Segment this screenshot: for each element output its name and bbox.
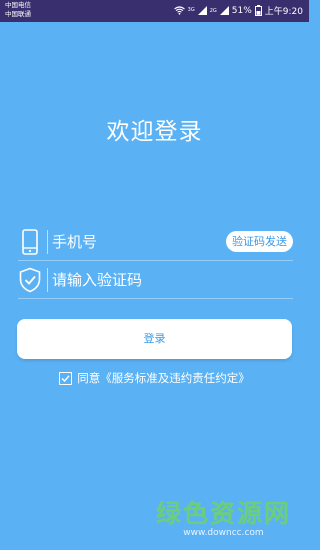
watermark: 绿色资源网 www.downcc.com — [156, 494, 291, 538]
page-title: 欢迎登录 — [106, 119, 203, 145]
login-button[interactable]: 登录 — [17, 319, 292, 359]
agreement-text[interactable]: 同意《服务标准及违约责任约定》 — [77, 370, 250, 386]
send-code-button[interactable]: 验证码发送 — [226, 231, 293, 252]
wifi-icon — [173, 6, 185, 15]
watermark-logo-text: 绿色资源网 — [155, 499, 291, 528]
phone-icon — [18, 227, 42, 257]
carrier-1: 中国电信 — [5, 1, 31, 9]
signal-icon-2 — [219, 6, 229, 15]
code-input[interactable]: 请输入验证码 — [52, 268, 232, 292]
status-bar: 中国电信 中国联通 3G 2G 51% 上午9:20 — [0, 0, 309, 22]
status-icons: 3G 2G 51% 上午9:20 — [173, 4, 303, 17]
checkmark-icon — [61, 374, 70, 382]
shield-check-icon — [18, 265, 42, 295]
code-separator — [47, 268, 48, 292]
battery-icon — [254, 5, 262, 16]
status-time: 上午9:20 — [264, 7, 303, 17]
carrier-2: 中国联通 — [5, 10, 31, 18]
network-label-2: 2G — [209, 7, 217, 14]
signal-icon-1 — [197, 6, 207, 15]
network-type-1: 3G — [188, 8, 195, 13]
network-label-1: 3G — [187, 7, 195, 13]
carrier-info: 中国电信 中国联通 — [5, 1, 31, 19]
agreement-row: 同意《服务标准及违约责任约定》 — [0, 370, 309, 386]
agreement-checkbox[interactable] — [59, 371, 73, 385]
battery-percent: 51% — [231, 5, 252, 16]
code-row: 请输入验证码 — [18, 262, 293, 299]
phone-separator — [47, 230, 48, 254]
network-type-2: 2G — [210, 8, 217, 14]
phone-row: 手机号 验证码发送 — [18, 224, 293, 261]
phone-input[interactable]: 手机号 — [52, 230, 232, 254]
